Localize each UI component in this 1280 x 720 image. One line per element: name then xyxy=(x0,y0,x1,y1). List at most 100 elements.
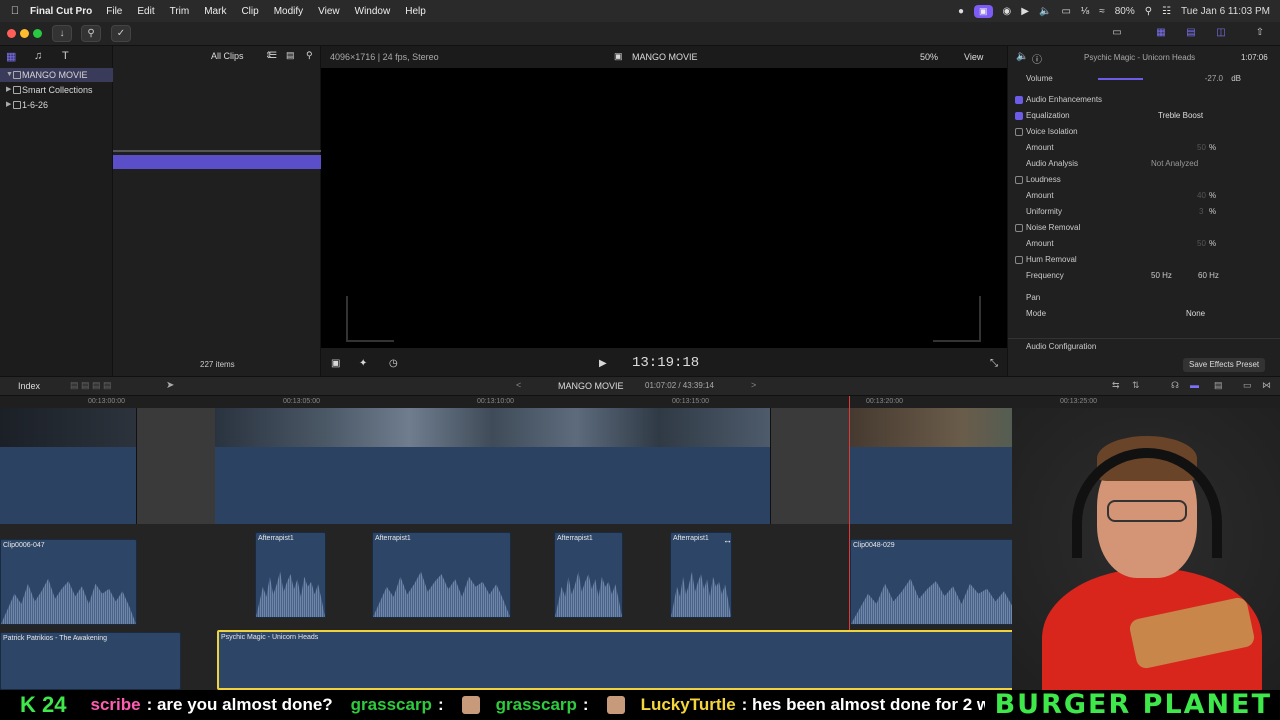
display-icon[interactable]: ▭ xyxy=(1061,6,1070,17)
share-icon[interactable]: ⇧ xyxy=(1251,25,1269,42)
noise-removal-checkbox[interactable] xyxy=(1015,224,1023,232)
uniformity-value[interactable]: 3 xyxy=(1199,204,1203,220)
menu-trim[interactable]: Trim xyxy=(170,6,190,17)
photos-audio-icon[interactable]: ♫ xyxy=(34,50,46,62)
voice-isolation-checkbox[interactable] xyxy=(1015,128,1023,136)
import-icon[interactable]: ↓ xyxy=(52,25,72,42)
play-icon[interactable]: ▶ xyxy=(599,358,607,369)
screen-share-icon[interactable]: ▣ xyxy=(974,4,993,18)
minimize-window-button[interactable] xyxy=(20,29,29,38)
record-icon[interactable]: ● xyxy=(958,6,964,17)
video-frame[interactable] xyxy=(321,68,1007,348)
volume-value[interactable]: -27.0 xyxy=(1205,71,1223,87)
bluetooth-icon[interactable]: ⅛ xyxy=(1081,6,1089,17)
hum-removal-checkbox[interactable] xyxy=(1015,256,1023,264)
headphones-icon[interactable]: ☊ xyxy=(1171,380,1179,391)
volume-slider[interactable] xyxy=(1098,78,1143,80)
gap-clip[interactable] xyxy=(137,408,215,524)
transitions-browser-icon[interactable]: ⋈ xyxy=(1262,380,1271,391)
disclosure-down-icon[interactable]: ▼ xyxy=(6,68,13,82)
loudness-amount-value[interactable]: 40 xyxy=(1197,188,1206,204)
video-clip[interactable] xyxy=(215,408,771,524)
audio-clip[interactable]: Clip0048-029 xyxy=(850,539,1022,625)
transform-icon[interactable]: ✦ xyxy=(359,358,367,369)
layout-icon[interactable]: ▭ xyxy=(1108,25,1126,42)
select-tool-icon[interactable]: ➤ xyxy=(166,380,174,391)
pan-mode-dropdown[interactable]: None xyxy=(1186,306,1205,322)
save-effects-preset-button[interactable]: Save Effects Preset xyxy=(1183,358,1266,372)
list-view-icon[interactable]: ☰ xyxy=(269,50,277,61)
browser-toggle-icon[interactable]: ▦ xyxy=(1152,25,1170,42)
zoom-window-button[interactable] xyxy=(33,29,42,38)
snapping-icon[interactable]: ⇆ xyxy=(1112,380,1120,391)
audio-clip[interactable]: Afterrapist1 xyxy=(554,532,623,618)
fullscreen-icon[interactable]: ⤡ xyxy=(990,358,998,369)
view-dropdown[interactable]: View xyxy=(964,52,983,62)
selected-clip[interactable] xyxy=(113,155,321,169)
menu-modify[interactable]: Modify xyxy=(274,6,303,17)
battery-label[interactable]: 80% xyxy=(1115,6,1135,17)
play-icon[interactable]: ▶ xyxy=(1021,6,1029,17)
info-inspector-icon[interactable]: ⓘ xyxy=(1032,51,1042,66)
crop-handle-bottom-left[interactable] xyxy=(346,296,394,342)
audio-clip[interactable]: Afterrapist1 xyxy=(255,532,326,618)
event-row[interactable]: ▶ 1-6-26 xyxy=(0,98,113,112)
inspector-toggle-icon[interactable]: ◫ xyxy=(1212,25,1230,42)
apple-icon[interactable]:  xyxy=(0,5,30,17)
audio-configuration-row[interactable]: Audio Configuration xyxy=(1008,338,1280,354)
audio-enhancements-checkbox[interactable] xyxy=(1015,96,1023,104)
gap-clip[interactable] xyxy=(771,408,850,524)
timeline-toggle-icon[interactable]: ▤ xyxy=(1182,25,1200,42)
clock[interactable]: Tue Jan 6 11:03 PM xyxy=(1181,6,1270,17)
search-icon[interactable]: ⚲ xyxy=(1145,6,1152,17)
loudness-checkbox[interactable] xyxy=(1015,176,1023,184)
search-icon[interactable]: ⚲ xyxy=(306,50,313,61)
keywords-icon[interactable]: ⚲ xyxy=(81,25,101,42)
menu-file[interactable]: File xyxy=(106,6,122,17)
equalization-dropdown[interactable]: Treble Boost xyxy=(1158,108,1203,124)
titles-icon[interactable]: T xyxy=(62,50,74,62)
clip-appearance-icon[interactable]: ▤ xyxy=(1214,380,1223,391)
close-window-button[interactable] xyxy=(7,29,16,38)
noise-amount-value[interactable]: 50 xyxy=(1197,236,1206,252)
menu-mark[interactable]: Mark xyxy=(204,6,226,17)
control-center-icon[interactable]: ☷ xyxy=(1162,6,1171,17)
menu-clip[interactable]: Clip xyxy=(241,6,258,17)
library-row[interactable]: ▼ MANGO MOVIE xyxy=(0,68,113,82)
music-clip-selected[interactable]: Psychic Magic - Unicorn Heads xyxy=(217,630,1017,690)
stats-icon[interactable]: ◉ xyxy=(1003,6,1012,17)
filmstrip-icon[interactable]: ▤ xyxy=(286,50,295,61)
frequency-60-value[interactable]: 60 Hz xyxy=(1198,268,1219,284)
equalization-checkbox[interactable] xyxy=(1015,112,1023,120)
zoom-dropdown[interactable]: 50% xyxy=(920,52,938,62)
audio-clip[interactable]: Afterrapist1 xyxy=(372,532,511,618)
background-tasks-icon[interactable]: ✓ xyxy=(111,25,131,42)
forward-icon[interactable]: > xyxy=(751,380,756,390)
smart-collections-row[interactable]: ▶ Smart Collections xyxy=(0,83,113,97)
effects-browser-icon[interactable]: ▭ xyxy=(1243,380,1252,391)
audio-inspector-icon[interactable]: 🔈 xyxy=(1016,51,1028,62)
crop-handle-bottom-right[interactable] xyxy=(933,296,981,342)
music-clip[interactable]: Patrick Patrikios - The Awakening xyxy=(0,632,181,690)
volume-icon[interactable]: 🔈 xyxy=(1039,6,1051,17)
frequency-50-value[interactable]: 50 Hz xyxy=(1151,268,1172,284)
audio-clip[interactable]: Clip0006-047 xyxy=(0,539,137,625)
voice-amount-value[interactable]: 50 xyxy=(1197,140,1206,156)
timeline-ruler[interactable]: 00:13:00:00 00:13:05:00 00:13:10:00 00:1… xyxy=(0,396,1280,408)
library-icon[interactable]: ▦ xyxy=(6,50,18,63)
menu-help[interactable]: Help xyxy=(405,6,426,17)
edit-tools-icon[interactable]: ▤ ▤ ▤ ▤ xyxy=(70,380,112,391)
app-menu[interactable]: Final Cut Pro xyxy=(30,6,92,17)
index-button[interactable]: Index xyxy=(18,381,40,391)
menu-window[interactable]: Window xyxy=(355,6,391,17)
back-icon[interactable]: < xyxy=(516,380,521,390)
skimming-icon[interactable]: ⇅ xyxy=(1132,380,1140,391)
wifi-icon[interactable]: ≈ xyxy=(1099,6,1105,17)
solo-icon[interactable]: ▬ xyxy=(1190,380,1199,390)
disclosure-right-icon[interactable]: ▶ xyxy=(6,98,11,112)
speed-icon[interactable]: ◷ xyxy=(389,358,398,369)
menu-view[interactable]: View xyxy=(318,6,340,17)
menu-edit[interactable]: Edit xyxy=(137,6,154,17)
project-name[interactable]: MANGO MOVIE xyxy=(558,381,624,391)
crop-icon[interactable]: ▣ xyxy=(331,358,340,369)
